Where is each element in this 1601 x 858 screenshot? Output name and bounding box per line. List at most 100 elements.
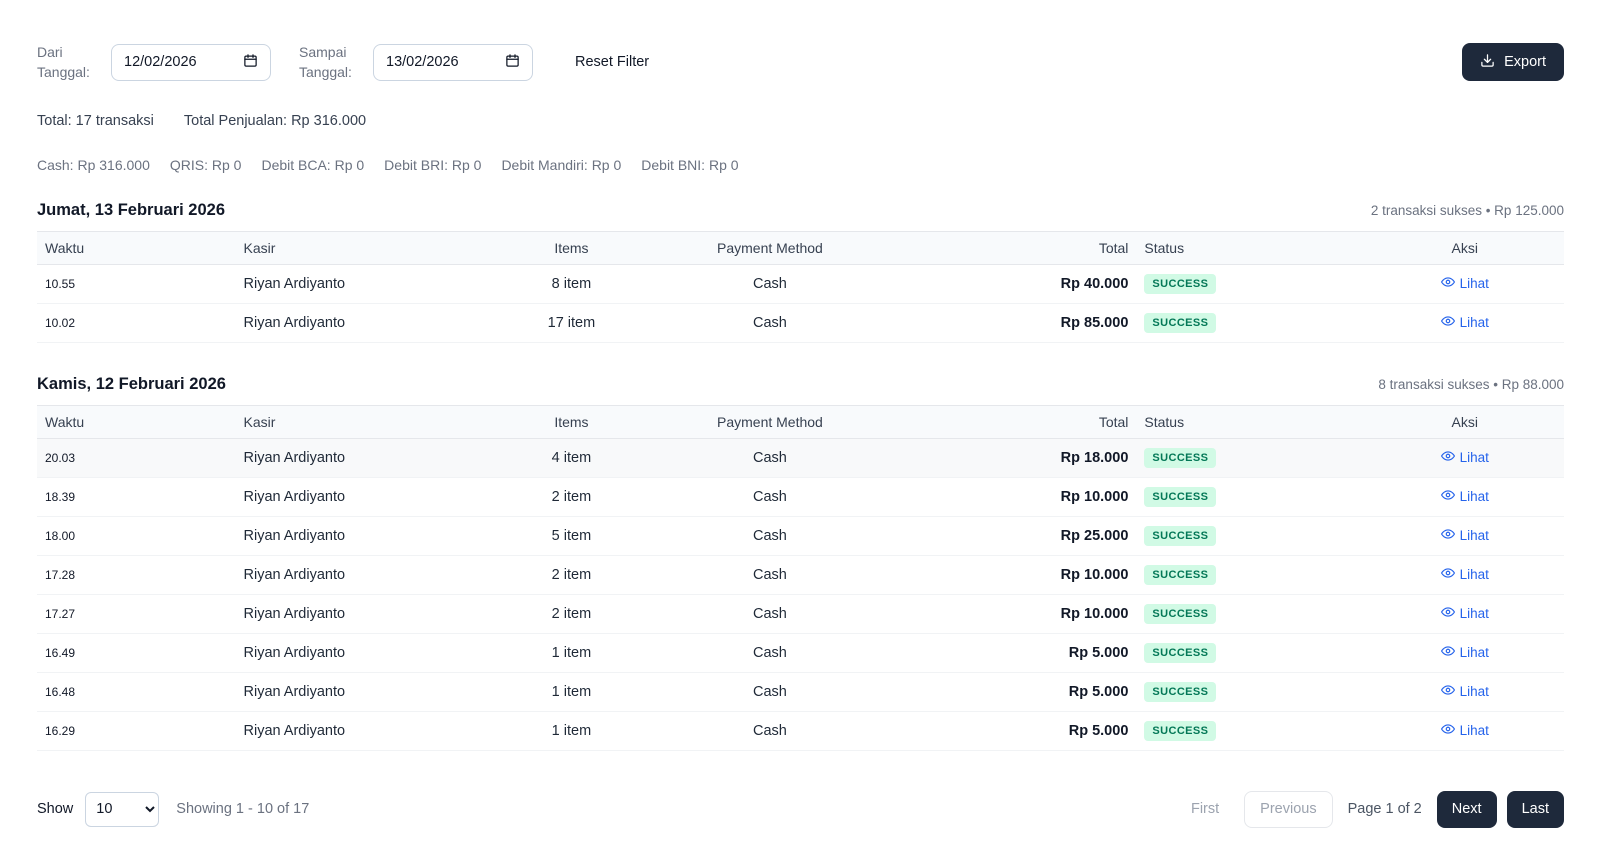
cell-kasir: Riyan Ardiyanto <box>236 516 480 555</box>
day-sections: Jumat, 13 Februari 2026 2 transaksi suks… <box>37 201 1564 751</box>
status-badge: SUCCESS <box>1144 487 1216 507</box>
cell-total: Rp 10.000 <box>877 594 1137 633</box>
table-row: 16.48 Riyan Ardiyanto 1 item Cash Rp 5.0… <box>37 672 1564 711</box>
cell-items: 4 item <box>480 438 663 477</box>
status-badge: SUCCESS <box>1144 604 1216 624</box>
cell-payment: Cash <box>663 303 877 342</box>
to-date-input[interactable]: 13/02/2026 <box>373 44 533 81</box>
day-summary: 8 transaksi sukses • Rp 88.000 <box>1378 377 1564 392</box>
cell-items: 5 item <box>480 516 663 555</box>
cell-payment: Cash <box>663 264 877 303</box>
totals-summary: Total: 17 transaksi Total Penjualan: Rp … <box>37 113 1564 129</box>
cell-waktu: 16.48 <box>37 672 236 711</box>
status-badge: SUCCESS <box>1144 721 1216 741</box>
eye-icon <box>1441 644 1455 661</box>
eye-icon <box>1441 275 1455 292</box>
view-action-label: Lihat <box>1460 606 1489 621</box>
status-badge: SUCCESS <box>1144 565 1216 585</box>
view-action-link[interactable]: Lihat <box>1441 275 1489 292</box>
cell-waktu: 10.02 <box>37 303 236 342</box>
view-action-link[interactable]: Lihat <box>1441 644 1489 661</box>
cell-kasir: Riyan Ardiyanto <box>236 633 480 672</box>
eye-icon <box>1441 605 1455 622</box>
cell-payment: Cash <box>663 438 877 477</box>
to-date-value: 13/02/2026 <box>386 54 459 70</box>
day-title: Kamis, 12 Februari 2026 <box>37 375 226 394</box>
payment-method-total: QRIS: Rp 0 <box>170 157 242 173</box>
header-kasir: Kasir <box>236 231 480 264</box>
cell-total: Rp 18.000 <box>877 438 1137 477</box>
eye-icon <box>1441 527 1455 544</box>
day-section: Kamis, 12 Februari 2026 8 transaksi suks… <box>37 375 1564 751</box>
last-page-button[interactable]: Last <box>1507 791 1564 828</box>
view-action-label: Lihat <box>1460 315 1489 330</box>
calendar-icon[interactable] <box>243 53 258 72</box>
first-page-button[interactable]: First <box>1176 791 1234 828</box>
cell-items: 1 item <box>480 633 663 672</box>
table-header-row: Waktu Kasir Items Payment Method Total S… <box>37 231 1564 264</box>
view-action-link[interactable]: Lihat <box>1441 605 1489 622</box>
day-section-header: Kamis, 12 Februari 2026 8 transaksi suks… <box>37 375 1564 394</box>
view-action-label: Lihat <box>1460 567 1489 582</box>
calendar-icon[interactable] <box>505 53 520 72</box>
day-section-header: Jumat, 13 Februari 2026 2 transaksi suks… <box>37 201 1564 220</box>
view-action-link[interactable]: Lihat <box>1441 722 1489 739</box>
status-badge: SUCCESS <box>1144 682 1216 702</box>
eye-icon <box>1441 449 1455 466</box>
from-date-input[interactable]: 12/02/2026 <box>111 44 271 81</box>
table-row: 10.02 Riyan Ardiyanto 17 item Cash Rp 85… <box>37 303 1564 342</box>
payment-method-total: Debit Mandiri: Rp 0 <box>501 157 621 173</box>
header-waktu: Waktu <box>37 231 236 264</box>
view-action-label: Lihat <box>1460 645 1489 660</box>
table-row: 16.29 Riyan Ardiyanto 1 item Cash Rp 5.0… <box>37 711 1564 750</box>
table-row: 17.27 Riyan Ardiyanto 2 item Cash Rp 10.… <box>37 594 1564 633</box>
cell-total: Rp 25.000 <box>877 516 1137 555</box>
day-section: Jumat, 13 Februari 2026 2 transaksi suks… <box>37 201 1564 343</box>
view-action-label: Lihat <box>1460 489 1489 504</box>
payment-method-total: Debit BCA: Rp 0 <box>261 157 364 173</box>
header-payment-method: Payment Method <box>663 231 877 264</box>
cell-waktu: 16.29 <box>37 711 236 750</box>
previous-page-button[interactable]: Previous <box>1244 791 1332 828</box>
payment-method-summary: Cash: Rp 316.000QRIS: Rp 0Debit BCA: Rp … <box>37 157 1564 173</box>
export-button-label: Export <box>1504 54 1546 70</box>
filter-bar: Dari Tanggal: 12/02/2026 Sampai Tanggal:… <box>37 42 1564 83</box>
cell-payment: Cash <box>663 672 877 711</box>
page-size-select[interactable]: 10 <box>85 792 159 827</box>
pagination-buttons: First Previous Page 1 of 2 Next Last <box>1176 791 1564 828</box>
status-badge: SUCCESS <box>1144 313 1216 333</box>
cell-items: 17 item <box>480 303 663 342</box>
cell-kasir: Riyan Ardiyanto <box>236 264 480 303</box>
eye-icon <box>1441 722 1455 739</box>
cell-kasir: Riyan Ardiyanto <box>236 303 480 342</box>
export-button[interactable]: Export <box>1462 43 1564 81</box>
table-row: 17.28 Riyan Ardiyanto 2 item Cash Rp 10.… <box>37 555 1564 594</box>
cell-items: 2 item <box>480 477 663 516</box>
view-action-link[interactable]: Lihat <box>1441 683 1489 700</box>
view-action-link[interactable]: Lihat <box>1441 449 1489 466</box>
view-action-link[interactable]: Lihat <box>1441 566 1489 583</box>
view-action-label: Lihat <box>1460 684 1489 699</box>
cell-waktu: 10.55 <box>37 264 236 303</box>
cell-waktu: 18.00 <box>37 516 236 555</box>
table-row: 16.49 Riyan Ardiyanto 1 item Cash Rp 5.0… <box>37 633 1564 672</box>
transactions-table: Waktu Kasir Items Payment Method Total S… <box>37 405 1564 751</box>
header-aksi: Aksi <box>1365 405 1564 438</box>
view-action-link[interactable]: Lihat <box>1441 314 1489 331</box>
cell-waktu: 20.03 <box>37 438 236 477</box>
next-page-button[interactable]: Next <box>1437 791 1497 828</box>
pagination-bar: Show 10 Showing 1 - 10 of 17 First Previ… <box>37 791 1564 828</box>
from-date-value: 12/02/2026 <box>124 54 197 70</box>
cell-waktu: 17.28 <box>37 555 236 594</box>
page-info: Page 1 of 2 <box>1348 801 1422 817</box>
view-action-link[interactable]: Lihat <box>1441 527 1489 544</box>
view-action-link[interactable]: Lihat <box>1441 488 1489 505</box>
reset-filter-button[interactable]: Reset Filter <box>575 54 649 70</box>
cell-total: Rp 5.000 <box>877 672 1137 711</box>
cell-items: 2 item <box>480 555 663 594</box>
transactions-table: Waktu Kasir Items Payment Method Total S… <box>37 231 1564 343</box>
cell-kasir: Riyan Ardiyanto <box>236 594 480 633</box>
view-action-label: Lihat <box>1460 450 1489 465</box>
header-kasir: Kasir <box>236 405 480 438</box>
eye-icon <box>1441 314 1455 331</box>
